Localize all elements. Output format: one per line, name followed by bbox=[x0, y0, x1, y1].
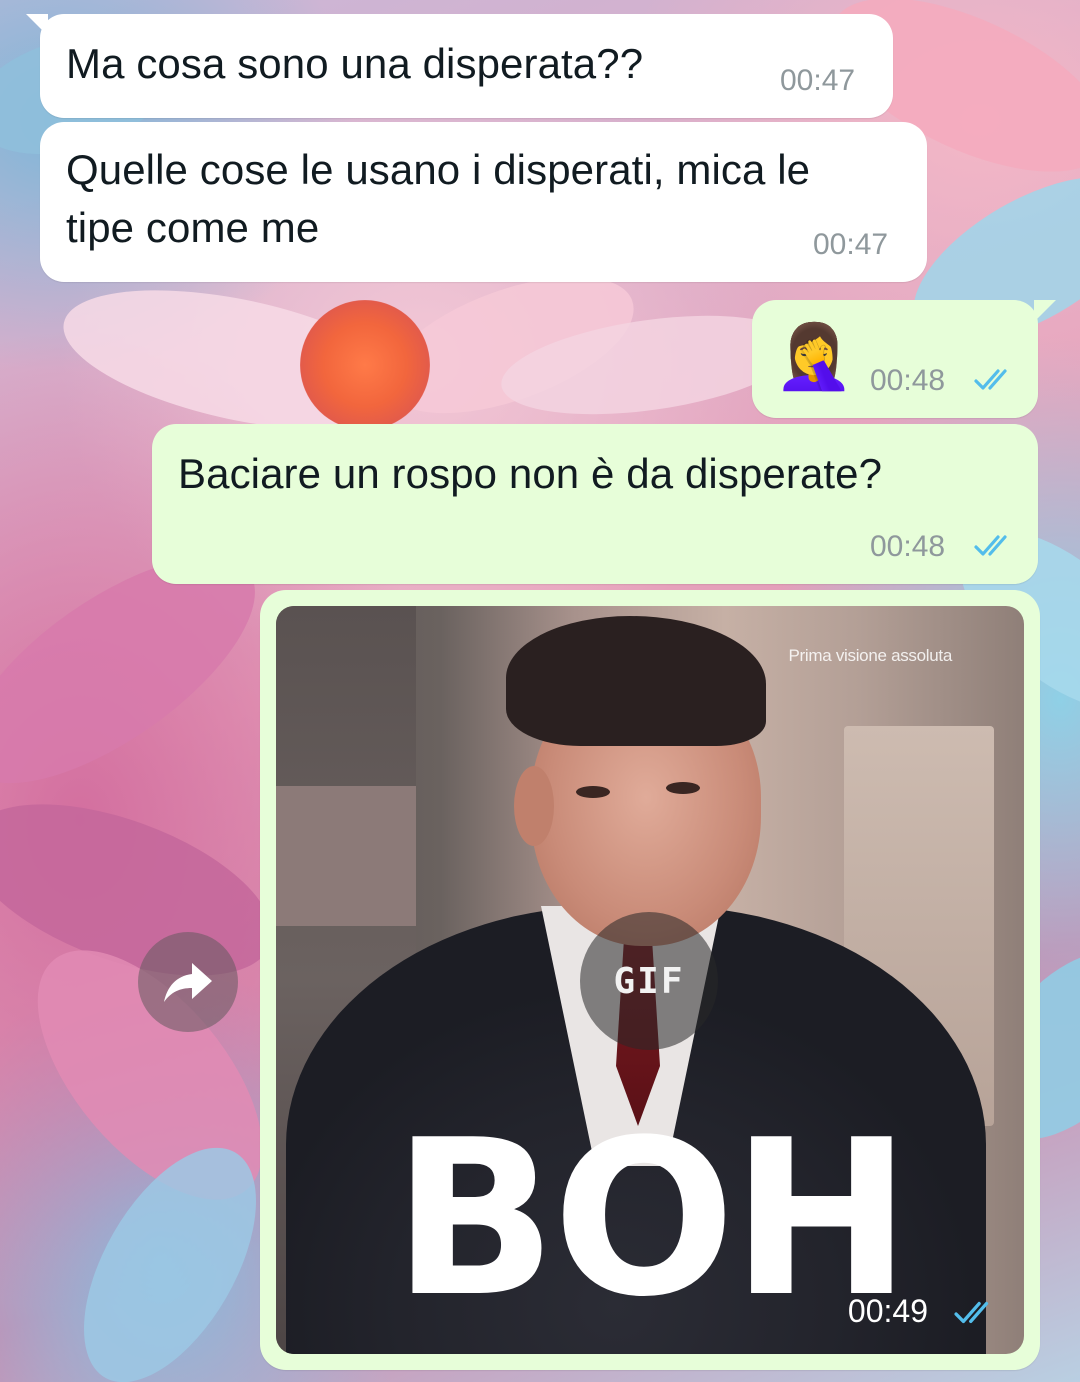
facepalm-emoji: 🤦‍♀️ bbox=[774, 320, 854, 392]
bubble-tail bbox=[1034, 300, 1056, 322]
gif-scene-panel bbox=[276, 786, 416, 926]
outgoing-message-bubble[interactable]: Baciare un rospo non è da disperate? 00:… bbox=[152, 424, 1038, 584]
wallpaper-flower-center bbox=[300, 300, 430, 430]
message-text: Baciare un rospo non è da disperate? bbox=[178, 450, 883, 497]
message-time: 00:49 bbox=[847, 1293, 928, 1329]
gif-media[interactable]: Prima visione assoluta BOH GIF 00:49 bbox=[276, 606, 1024, 1354]
message-time: 00:47 bbox=[780, 64, 856, 97]
bubble-tail bbox=[26, 14, 48, 36]
message-time: 00:48 bbox=[870, 530, 946, 563]
gif-caption: Prima visione assoluta bbox=[788, 646, 953, 665]
double-check-icon bbox=[974, 369, 1007, 390]
gif-badge-label: GIF bbox=[613, 960, 685, 1002]
message-text-line: tipe come me bbox=[66, 204, 320, 251]
outgoing-message-bubble[interactable]: 🤦‍♀️ 00:48 bbox=[752, 300, 1056, 418]
message-text: Ma cosa sono una disperata?? bbox=[66, 40, 644, 87]
incoming-message-bubble[interactable]: Ma cosa sono una disperata?? 00:47 bbox=[26, 14, 893, 118]
message-time: 00:47 bbox=[813, 228, 889, 261]
double-check-icon bbox=[954, 1301, 989, 1324]
double-check-icon bbox=[974, 535, 1007, 556]
message-text-line: Quelle cose le usano i disperati, mica l… bbox=[66, 146, 811, 193]
forward-arrow-icon bbox=[164, 963, 212, 1002]
message-time: 00:48 bbox=[870, 364, 946, 397]
gif-person-eye bbox=[666, 782, 700, 794]
gif-play-badge[interactable]: GIF bbox=[580, 912, 718, 1050]
forward-button[interactable] bbox=[138, 932, 238, 1032]
gif-person-ear bbox=[514, 766, 554, 846]
gif-person-hair bbox=[506, 616, 766, 746]
gif-person-eye bbox=[576, 786, 610, 798]
incoming-message-bubble[interactable]: Quelle cose le usano i disperati, mica l… bbox=[40, 122, 927, 282]
